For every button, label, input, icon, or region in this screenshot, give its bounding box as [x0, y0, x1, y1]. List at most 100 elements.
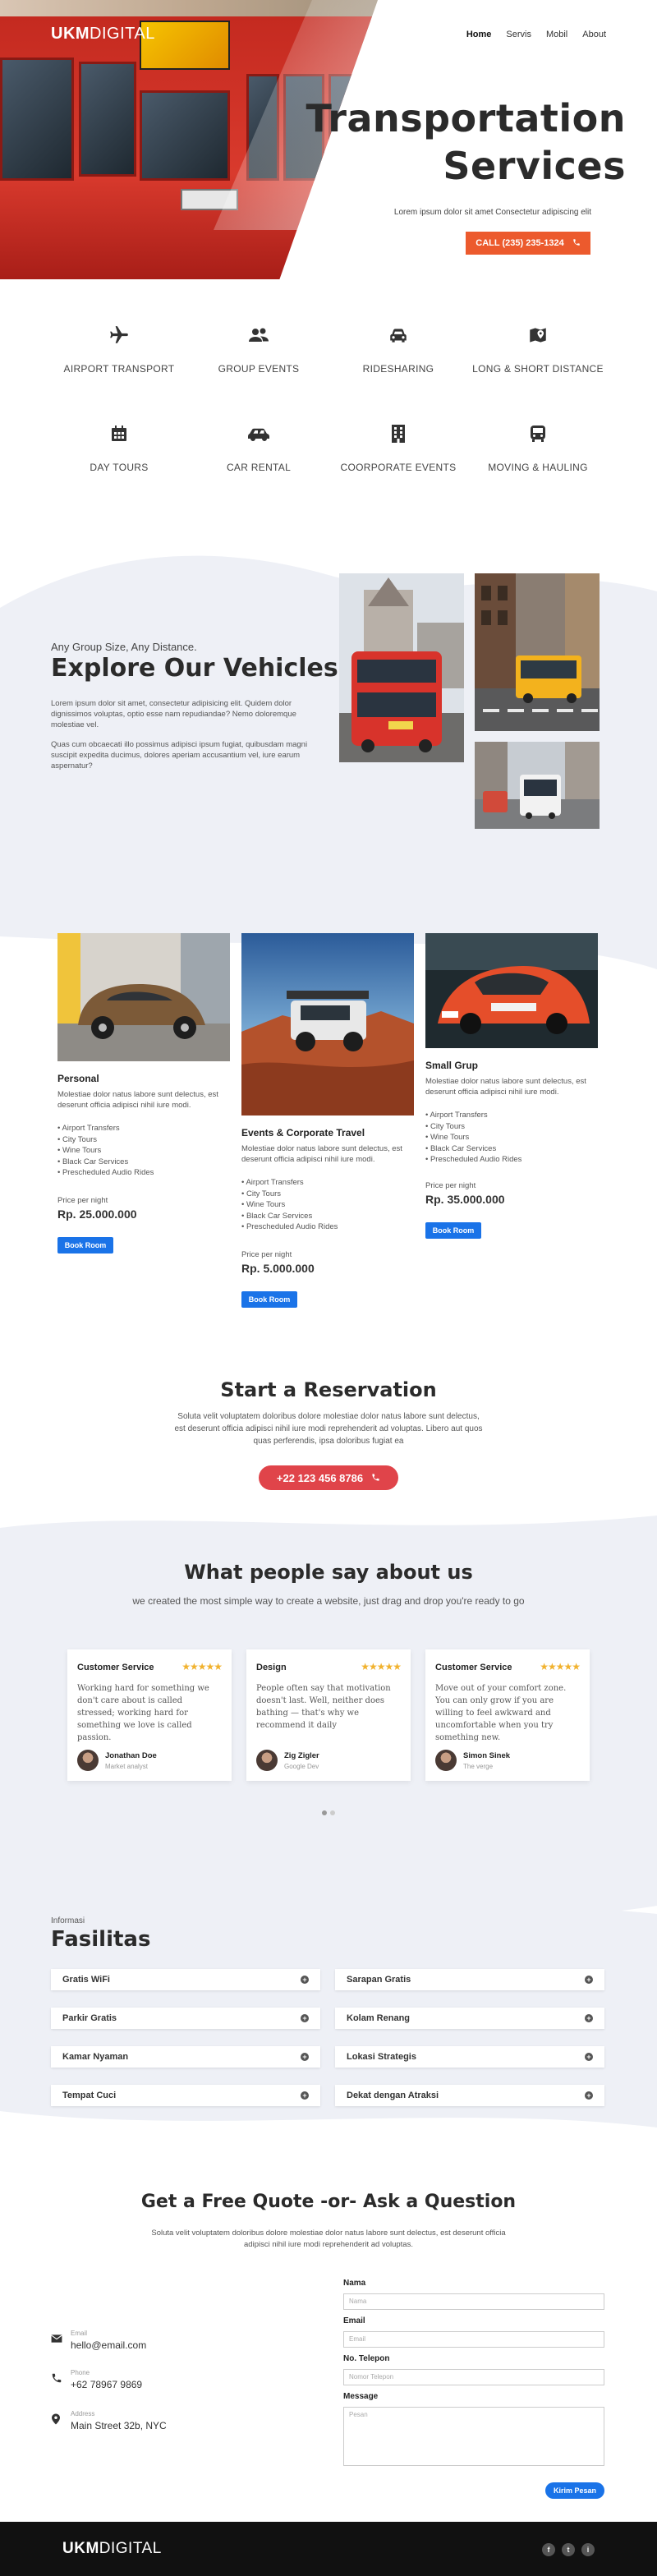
testimonial-quote: People often say that motivation doesn't… [256, 1684, 391, 1730]
plus-icon: + [301, 1976, 309, 1984]
author-role: The verge [463, 1763, 494, 1770]
service-long-short-distance[interactable]: LONG & SHORT DISTANCE [468, 324, 608, 390]
plus-icon: + [585, 2014, 593, 2022]
book-room-button-small-grup[interactable]: Book Room [425, 1222, 481, 1239]
bus-icon [468, 423, 608, 451]
phone-icon [51, 2372, 62, 2384]
list-item: Prescheduled Audio Rides [57, 1167, 154, 1179]
card-features-events: Airport Transfers City Tours Wine Tours … [241, 1177, 338, 1233]
card-price-events: Rp. 5.000.000 [241, 1262, 315, 1275]
hero-title: Transportation Services [306, 96, 626, 188]
carousel-dot-active[interactable] [322, 1810, 327, 1815]
page: UKMDIGITAL Home Servis Mobil About Trans… [0, 0, 657, 2576]
card-title-personal: Personal [57, 1073, 99, 1084]
site-logo[interactable]: UKMDIGITAL [51, 25, 155, 44]
phone-field[interactable]: Nomor Telepon [343, 2369, 604, 2385]
facility-item[interactable]: Kolam Renang + [335, 2008, 604, 2029]
reservation-phone-button[interactable]: +22 123 456 8786 [259, 1465, 398, 1490]
card-price-label-events: Price per night [241, 1250, 292, 1259]
list-item: Wine Tours [425, 1132, 521, 1143]
reservation-text: Soluta velit voluptatem doloribus dolore… [174, 1412, 483, 1446]
avatar [435, 1750, 457, 1771]
card-desc-small-grup: Molestiae dolor natus labore sunt delect… [425, 1077, 586, 1097]
footer: UKMDIGITAL f t i [0, 2522, 657, 2576]
footer-logo[interactable]: UKMDIGITAL [62, 2540, 162, 2558]
twitter-icon[interactable]: t [562, 2543, 575, 2556]
plus-icon: + [585, 2053, 593, 2061]
services-grid: AIRPORT TRANSPORT GROUP EVENTS RIDESHARI… [49, 324, 608, 489]
facility-item[interactable]: Gratis WiFi + [51, 1969, 320, 1990]
card-price-personal: Rp. 25.000.000 [57, 1208, 137, 1221]
testimonial-card: Customer Service ★★★★★ Working hard for … [67, 1649, 232, 1781]
list-item: Airport Transfers [57, 1123, 154, 1134]
explore-eyebrow: Any Group Size, Any Distance. [51, 641, 197, 653]
avatar [256, 1750, 278, 1771]
service-group-events[interactable]: GROUP EVENTS [189, 324, 328, 390]
card-image-small-grup [425, 933, 598, 1048]
plus-icon: + [585, 2091, 593, 2100]
list-item: Airport Transfers [241, 1177, 338, 1189]
map-marker-icon [468, 324, 608, 352]
car-side-icon [189, 423, 328, 451]
nav-mobil[interactable]: Mobil [546, 30, 567, 39]
message-field[interactable]: Pesan [343, 2407, 604, 2466]
facilities-title: Fasilitas [51, 1927, 151, 1952]
service-day-tours[interactable]: DAY TOURS [49, 423, 189, 489]
avatar [77, 1750, 99, 1771]
hero: UKMDIGITAL Home Servis Mobil About Trans… [0, 0, 657, 279]
plus-icon: + [585, 1976, 593, 1984]
testimonial-card: Design ★★★★★ People often say that motiv… [246, 1649, 411, 1781]
list-item: Wine Tours [57, 1145, 154, 1157]
rating-stars: ★★★★★ [361, 1661, 402, 1672]
main-nav: Home Servis Mobil About [466, 30, 606, 39]
facility-item[interactable]: Lokasi Strategis + [335, 2046, 604, 2068]
facility-item[interactable]: Kamar Nyaman + [51, 2046, 320, 2068]
plus-icon: + [301, 2014, 309, 2022]
nav-about[interactable]: About [582, 30, 606, 39]
card-desc-events: Molestiae dolor natus labore sunt delect… [241, 1144, 402, 1164]
vehicle-photo-yellow-bus [475, 573, 600, 731]
users-icon [189, 324, 328, 352]
card-features-small-grup: Airport Transfers City Tours Wine Tours … [425, 1110, 521, 1166]
author-name: Jonathan Doe [105, 1751, 157, 1760]
card-image-personal [57, 933, 230, 1061]
service-corporate-events[interactable]: COORPORATE EVENTS [328, 423, 468, 489]
list-item: Black Car Services [425, 1143, 521, 1155]
testimonial-quote: Move out of your comfort zone. You can o… [435, 1684, 567, 1742]
send-message-button[interactable]: Kirim Pesan [545, 2482, 604, 2499]
author-role: Google Dev [284, 1763, 319, 1770]
contact-title: Get a Free Quote -or- Ask a Question [140, 2192, 517, 2212]
nav-servis[interactable]: Servis [506, 30, 531, 39]
instagram-icon[interactable]: i [581, 2543, 595, 2556]
service-car-rental[interactable]: CAR RENTAL [189, 423, 328, 489]
facility-item[interactable]: Tempat Cuci + [51, 2085, 320, 2106]
card-price-label-small-grup: Price per night [425, 1181, 476, 1190]
plus-icon: + [301, 2053, 309, 2061]
facility-item[interactable]: Dekat dengan Atraksi + [335, 2085, 604, 2106]
name-field[interactable]: Nama [343, 2293, 604, 2310]
facility-item[interactable]: Sarapan Gratis + [335, 1969, 604, 1990]
reservation-title: Start a Reservation [220, 1378, 437, 1401]
email-field[interactable]: Email [343, 2331, 604, 2348]
rating-stars: ★★★★★ [540, 1661, 581, 1672]
building-icon [328, 423, 468, 451]
email-label: Email [343, 2316, 365, 2325]
plus-icon: + [301, 2091, 309, 2100]
envelope-icon [51, 2333, 62, 2344]
call-button[interactable]: CALL (235) 235-1324 [466, 232, 590, 255]
service-moving-hauling[interactable]: MOVING & HAULING [468, 423, 608, 489]
card-price-label-personal: Price per night [57, 1196, 108, 1205]
service-airport-transport[interactable]: AIRPORT TRANSPORT [49, 324, 189, 390]
card-features-personal: Airport Transfers City Tours Wine Tours … [57, 1123, 154, 1179]
facebook-icon[interactable]: f [542, 2543, 555, 2556]
book-room-button-personal[interactable]: Book Room [57, 1237, 113, 1254]
testimonial-quote: Working hard for something we don't care… [77, 1684, 209, 1742]
carousel-dot[interactable] [330, 1810, 335, 1815]
card-price-small-grup: Rp. 35.000.000 [425, 1193, 505, 1206]
book-room-button-events[interactable]: Book Room [241, 1291, 297, 1308]
nav-home[interactable]: Home [466, 30, 492, 39]
phone-icon [572, 238, 581, 249]
facility-item[interactable]: Parkir Gratis + [51, 2008, 320, 2029]
testimonials-subtitle: we created the most simple way to create… [132, 1595, 525, 1607]
service-ridesharing[interactable]: RIDESHARING [328, 324, 468, 390]
